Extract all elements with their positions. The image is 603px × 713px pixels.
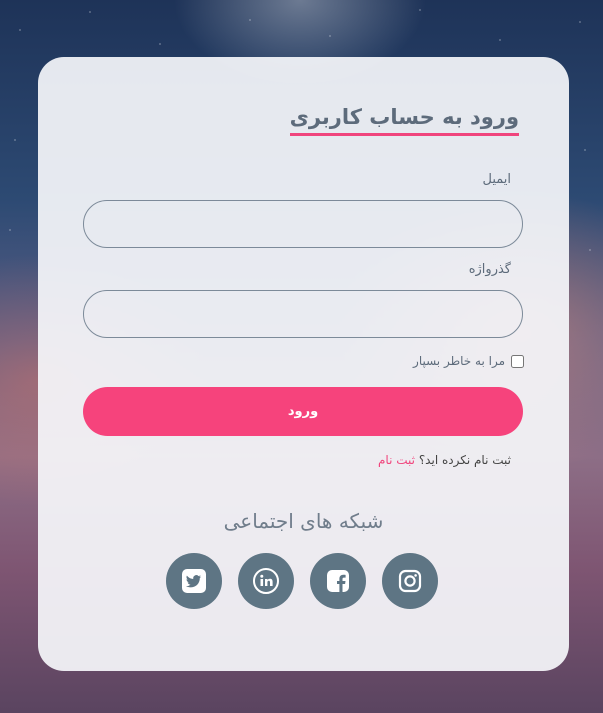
- signup-row: ثبت نام نکرده اید؟ ثبت نام: [378, 453, 511, 467]
- instagram-button[interactable]: [382, 553, 438, 609]
- email-label: ایمیل: [482, 172, 511, 187]
- linkedin-button[interactable]: [238, 553, 294, 609]
- social-title: شبکه های اجتماعی: [223, 509, 384, 533]
- password-field[interactable]: [83, 290, 523, 338]
- login-button[interactable]: ورود: [83, 387, 523, 436]
- twitter-icon: [182, 569, 206, 593]
- instagram-icon: [398, 569, 422, 593]
- signup-link[interactable]: ثبت نام: [378, 453, 415, 467]
- facebook-button[interactable]: [310, 553, 366, 609]
- social-links: [166, 553, 438, 609]
- linkedin-icon: [253, 568, 279, 594]
- signup-prompt: ثبت نام نکرده اید؟: [418, 453, 511, 467]
- password-label: گذرواژه: [468, 262, 511, 277]
- login-card: ورود به حساب کاربری ایمیل گذرواژه مرا به…: [38, 57, 569, 671]
- email-field[interactable]: [83, 200, 523, 248]
- page-title: ورود به حساب کاربری: [289, 105, 519, 136]
- remember-label: مرا به خاطر بسپار: [413, 354, 505, 368]
- remember-me[interactable]: مرا به خاطر بسپار: [413, 354, 524, 368]
- twitter-button[interactable]: [166, 553, 222, 609]
- facebook-icon: [327, 570, 349, 592]
- remember-checkbox[interactable]: [511, 354, 524, 368]
